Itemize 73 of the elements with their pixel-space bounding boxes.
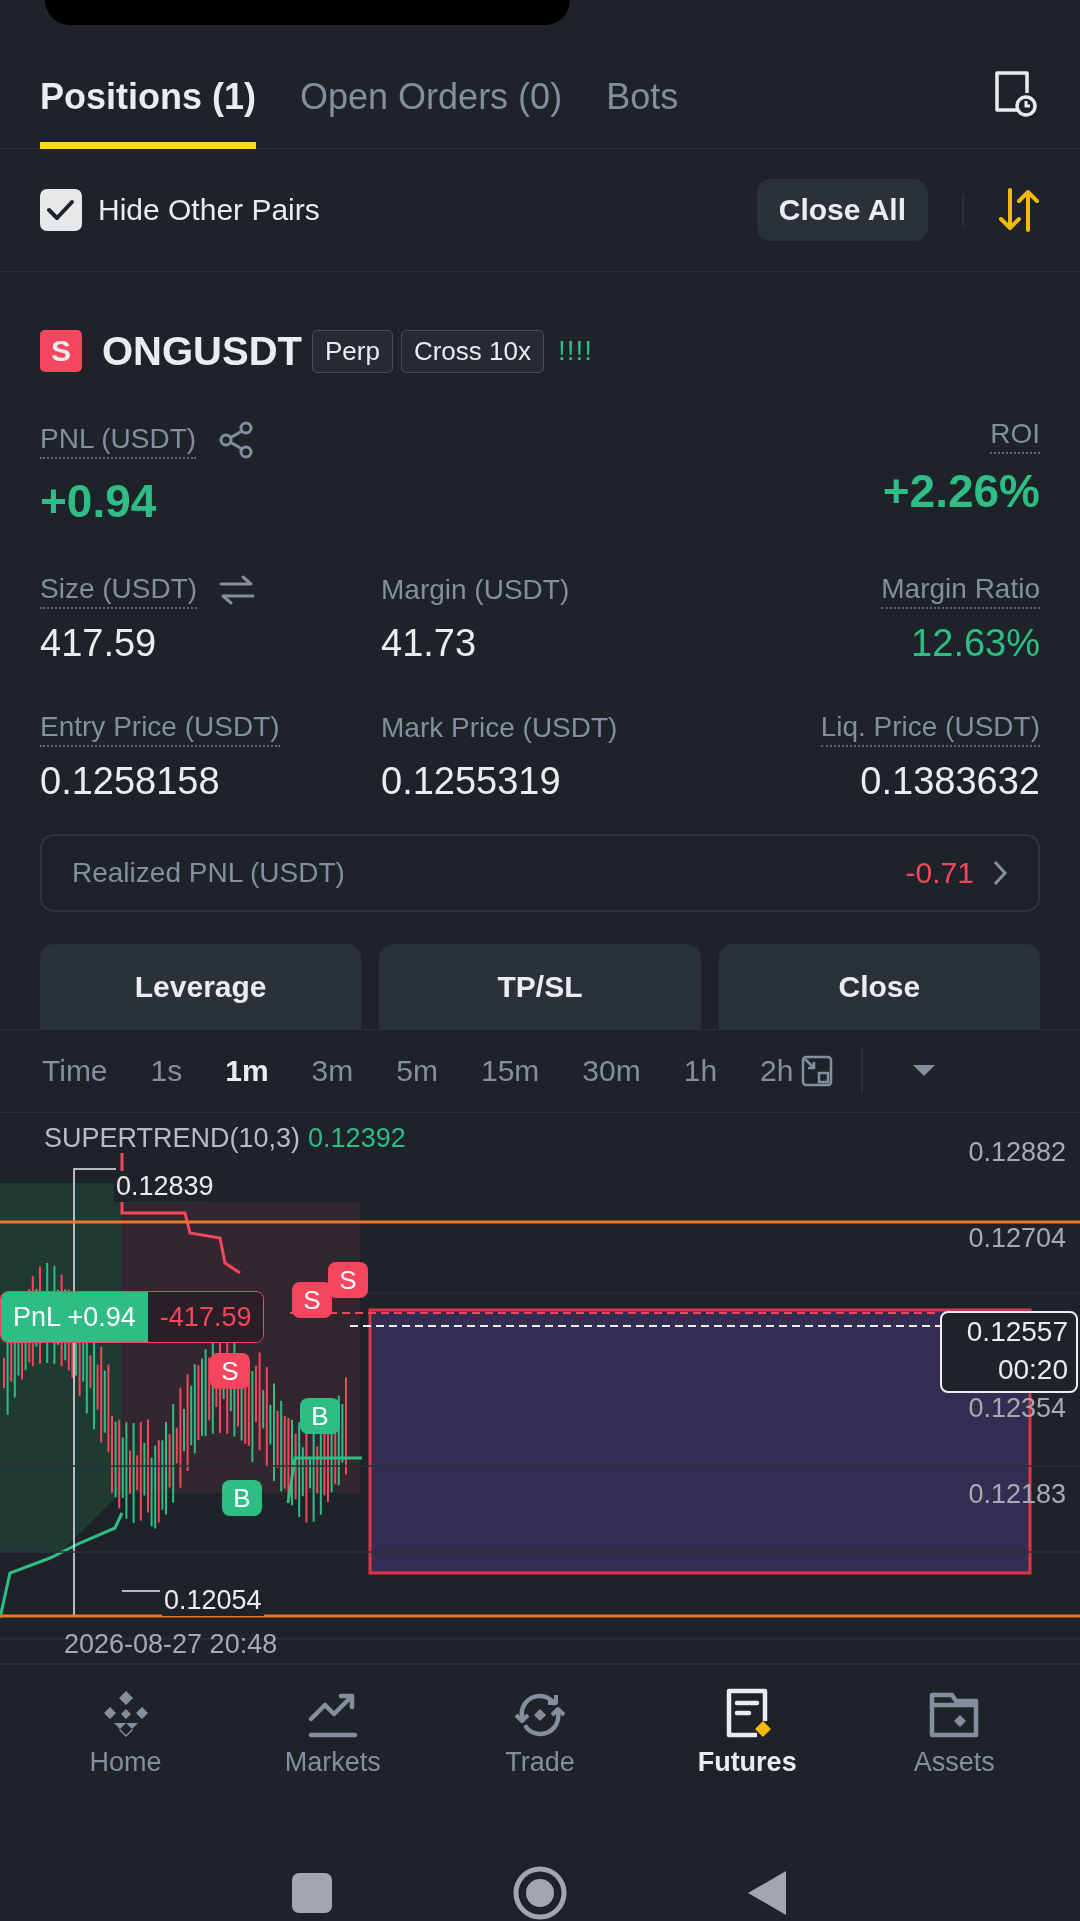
field-value: 0.1383632 xyxy=(860,760,1040,803)
close-all-button[interactable]: Close All xyxy=(756,179,928,241)
indicator-name: SUPERTREND(10,3) xyxy=(44,1123,301,1154)
field-value: 0.1255319 xyxy=(381,760,561,803)
field-label: Margin Ratio xyxy=(881,571,1040,609)
realized-label: Realized PNL (USDT) xyxy=(72,857,345,889)
pnl-tag: PnL +0.94 xyxy=(1,1292,148,1342)
price-axis-label: 0.12882 xyxy=(968,1137,1066,1168)
interval-tab[interactable]: 2h xyxy=(760,1054,794,1088)
tag: Cross 10x xyxy=(400,329,544,373)
share-icon[interactable] xyxy=(218,421,255,459)
roi-value: +2.26% xyxy=(882,464,1040,518)
interval-tab[interactable]: 15m xyxy=(481,1054,540,1088)
field-value: 12.63% xyxy=(911,622,1040,665)
signal-marks: !!!! xyxy=(557,335,594,367)
time-axis-label: 2026-08-27 20:48 xyxy=(64,1629,278,1660)
field-label: PNL (USDT) xyxy=(40,421,197,459)
action-button[interactable]: Leverage xyxy=(40,944,362,1029)
back-icon[interactable] xyxy=(748,1871,788,1915)
tag: Perp xyxy=(312,329,393,373)
tab[interactable]: Open Orders (0) xyxy=(300,24,563,149)
field-label: Mark Price (USDT) xyxy=(381,711,618,745)
field-label: Size (USDT) xyxy=(40,571,198,609)
field-label: ROI xyxy=(990,416,1040,454)
interval-tab[interactable]: 1m xyxy=(225,1054,269,1088)
interval-tab[interactable]: 5m xyxy=(396,1054,438,1088)
action-button[interactable]: Close xyxy=(718,944,1040,1029)
buy-marker: B xyxy=(300,1398,340,1434)
field-value: 41.73 xyxy=(381,622,477,665)
symbol-name: ONGUSDT xyxy=(102,328,302,374)
sell-marker: S xyxy=(210,1353,250,1389)
nav-item[interactable]: Assets xyxy=(879,1687,1030,1837)
field-label: Entry Price (USDT) xyxy=(40,709,280,747)
checkbox-label: Hide Other Pairs xyxy=(98,193,320,227)
realized-pnl-row[interactable]: Realized PNL (USDT) -0.71 xyxy=(40,834,1040,912)
interval-tab[interactable]: 1h xyxy=(683,1054,718,1088)
high-price-label: 0.12839 xyxy=(114,1171,216,1202)
field-label: Liq. Price (USDT) xyxy=(820,709,1040,747)
countdown: 00:20 xyxy=(996,1353,1068,1387)
nav-item[interactable]: Trade xyxy=(464,1687,615,1837)
nav-item[interactable]: Futures xyxy=(672,1687,823,1837)
sell-marker: S xyxy=(328,1262,368,1298)
swap-icon[interactable] xyxy=(219,574,256,606)
interval-tab[interactable]: 30m xyxy=(582,1054,641,1088)
home-circle-icon[interactable] xyxy=(512,1865,568,1921)
dropdown-icon[interactable] xyxy=(912,1065,935,1077)
layout-icon[interactable] xyxy=(801,1055,834,1087)
buy-marker: B xyxy=(222,1480,262,1516)
side-badge: S xyxy=(40,330,82,372)
tab[interactable]: Positions (1) xyxy=(40,24,257,149)
nav-item[interactable]: Markets xyxy=(257,1687,408,1837)
sell-marker: S xyxy=(292,1282,332,1318)
realized-value: -0.71 xyxy=(905,856,974,890)
sort-icon[interactable] xyxy=(998,186,1040,234)
chevron-right-icon xyxy=(992,859,1008,887)
field-value: 0.1258158 xyxy=(40,760,220,803)
field-label: Margin (USDT) xyxy=(381,573,570,607)
interval-tab[interactable]: 3m xyxy=(311,1054,354,1088)
size-tag: -417.59 xyxy=(147,1292,264,1342)
field-value: 417.59 xyxy=(40,622,157,665)
interval-tab[interactable]: 1s xyxy=(150,1054,183,1088)
tab[interactable]: Bots xyxy=(606,24,679,149)
last-price: 0.12557 xyxy=(965,1315,1068,1349)
interval-tab[interactable]: Time xyxy=(42,1054,108,1088)
order-history-icon[interactable] xyxy=(992,69,1038,118)
checkbox[interactable] xyxy=(40,189,82,231)
pnl-value: +0.94 xyxy=(40,474,157,528)
recent-apps-icon[interactable] xyxy=(292,1873,332,1913)
action-button[interactable]: TP/SL xyxy=(379,944,701,1029)
indicator-value: 0.12392 xyxy=(308,1123,406,1154)
nav-item[interactable]: Home xyxy=(50,1687,201,1837)
price-axis-label: 0.12704 xyxy=(968,1223,1066,1254)
leader-line xyxy=(121,1590,161,1592)
